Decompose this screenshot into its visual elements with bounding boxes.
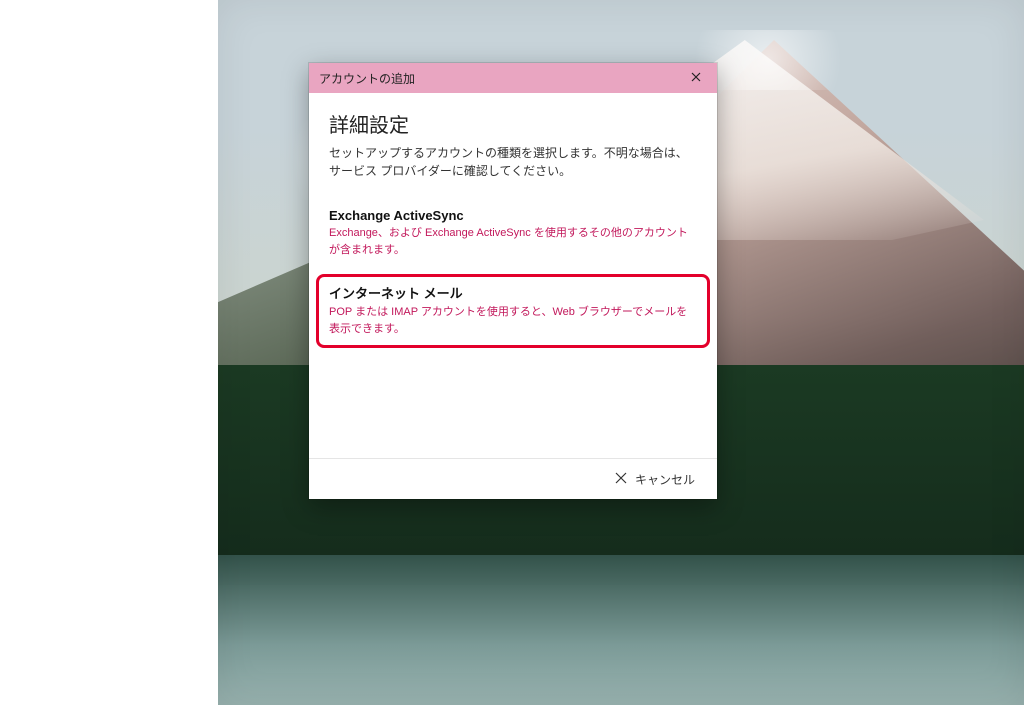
add-account-dialog: アカウントの追加 詳細設定 セットアップするアカウントの種類を選択します。不明な…	[309, 63, 717, 499]
option-description: Exchange、および Exchange ActiveSync を使用するその…	[329, 225, 697, 258]
dialog-body: 詳細設定 セットアップするアカウントの種類を選択します。不明な場合は、サービス …	[309, 93, 717, 458]
option-title: Exchange ActiveSync	[329, 208, 697, 223]
close-icon	[691, 71, 701, 85]
option-internet-mail[interactable]: インターネット メール POP または IMAP アカウントを使用すると、Web…	[316, 274, 710, 348]
option-title: インターネット メール	[329, 283, 697, 302]
left-white-margin	[0, 0, 218, 705]
option-description: POP または IMAP アカウントを使用すると、Web ブラウザーでメールを表…	[329, 304, 697, 337]
dialog-titlebar: アカウントの追加	[309, 63, 717, 93]
dialog-footer: キャンセル	[309, 458, 717, 499]
dialog-heading: 詳細設定	[329, 109, 697, 138]
cancel-label: キャンセル	[635, 471, 695, 488]
option-exchange-activesync[interactable]: Exchange ActiveSync Exchange、および Exchang…	[329, 202, 697, 266]
cancel-button[interactable]: キャンセル	[609, 467, 701, 492]
close-button[interactable]	[675, 63, 717, 93]
dialog-subtext: セットアップするアカウントの種類を選択します。不明な場合は、サービス プロバイダ…	[329, 144, 697, 180]
dialog-title: アカウントの追加	[319, 70, 675, 87]
close-icon	[615, 472, 627, 487]
